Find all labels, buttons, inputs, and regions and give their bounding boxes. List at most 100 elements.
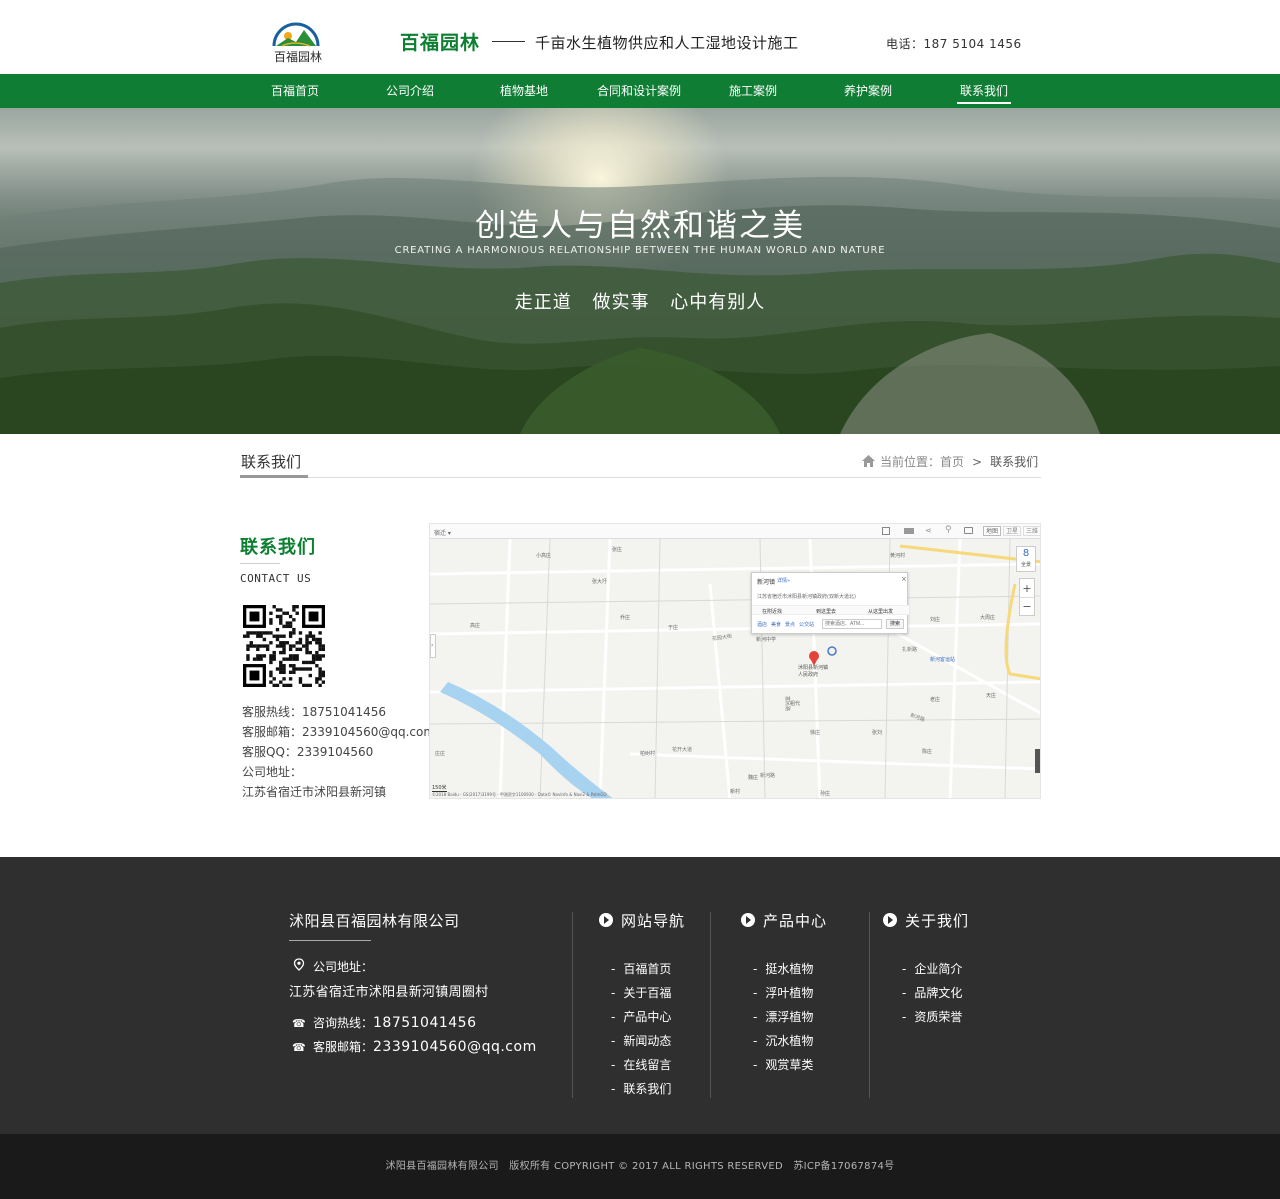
popup-action-nearby[interactable]: 在附近找 (762, 608, 782, 615)
brand-tagline: 千亩水生植物供应和人工湿地设计施工 (535, 34, 799, 52)
location-icon (293, 958, 305, 971)
map-road-label: 扎新路 (902, 647, 918, 653)
copyright-bar: 沭阳县百福园林有限公司 版权所有 COPYRIGHT © 2017 ALL RI… (0, 1134, 1280, 1199)
breadcrumb-current: 联系我们 (990, 455, 1039, 469)
map-place-label: 乔庄 (620, 615, 631, 621)
breadcrumb-home[interactable]: 首页 (940, 455, 964, 469)
footer-link-text[interactable]: 产品中心 (623, 1010, 671, 1024)
map-city-select[interactable]: 宿迁 ▾ (434, 528, 451, 537)
popup-detail-link[interactable]: 详情» (777, 577, 790, 584)
footer-hotline: 咨询热线：18751041456 (313, 1014, 477, 1031)
nav-item-about[interactable]: 公司介绍 (383, 74, 437, 108)
footer-link[interactable]: - 在线留言 (611, 1053, 671, 1077)
footer-hotline-number: 18751041456 (373, 1015, 477, 1031)
footer-col-about-list: - 企业简介 - 品牌文化 - 资质荣誉 (902, 957, 962, 1029)
footer-divider (710, 912, 711, 1098)
nav-item-home[interactable]: 百福首页 (268, 74, 322, 108)
map-road-label: 富民路 (784, 695, 791, 712)
popup-link-bus[interactable]: 公交站 (799, 621, 814, 628)
footer-link-text[interactable]: 百福首页 (623, 962, 671, 976)
footer-link-text[interactable]: 品牌文化 (914, 986, 962, 1000)
map-place-label: 张刘 (872, 730, 883, 736)
footer-link[interactable]: - 观赏草类 (753, 1053, 813, 1077)
nav-item-construction-cases[interactable]: 施工案例 (726, 74, 780, 108)
nav-item-maintenance-cases[interactable]: 养护案例 (841, 74, 895, 108)
popup-action-from-here[interactable]: 从这里出发 (868, 608, 893, 615)
footer-link[interactable]: - 产品中心 (611, 1005, 671, 1029)
map-place-label: 魏庄 (748, 775, 759, 781)
contact-title-rule (240, 563, 280, 564)
map-place-label: 刘庄 (930, 617, 941, 623)
footer-link[interactable]: - 企业简介 (902, 957, 962, 981)
map-place-label: 新村 (730, 789, 741, 795)
map-traffic-icon[interactable] (904, 528, 914, 534)
footer-link[interactable]: - 资质荣誉 (902, 1005, 962, 1029)
footer-link[interactable]: - 漂浮植物 (753, 1005, 813, 1029)
footer-link[interactable]: - 品牌文化 (902, 981, 962, 1005)
footer-link-text[interactable]: 在线留言 (623, 1058, 671, 1072)
footer-link[interactable]: - 沉水植物 (753, 1029, 813, 1053)
footer-link-text[interactable]: 联系我们 (623, 1082, 671, 1096)
home-icon (862, 455, 875, 467)
phone-icon: ☎ (292, 1017, 306, 1030)
footer-email: 客服邮箱：2339104560@qq.com (313, 1038, 537, 1055)
map-view-normal[interactable]: 地图 (983, 526, 1001, 536)
map-panorama-button[interactable]: 8 全景 (1016, 546, 1036, 572)
qr-code-image (243, 605, 325, 687)
map-place-label: 大周庄 (980, 615, 996, 621)
map-zoom-in-button[interactable]: + (1020, 579, 1034, 598)
footer-link[interactable]: - 新闻动态 (611, 1029, 671, 1053)
contact-address: 江苏省宿迁市沭阳县新河镇 (242, 785, 387, 799)
nav-item-design-cases[interactable]: 合同和设计案例 (595, 74, 683, 108)
nav-item-plant-base[interactable]: 植物基地 (497, 74, 551, 108)
popup-action-to-here[interactable]: 到这里去 (816, 608, 836, 615)
footer-link-text[interactable]: 观赏草类 (765, 1058, 813, 1072)
footer-link-text[interactable]: 浮叶植物 (765, 986, 813, 1000)
footer-link-text[interactable]: 关于百福 (623, 986, 671, 1000)
footer-link-text[interactable]: 新闻动态 (623, 1034, 671, 1048)
baidu-map[interactable]: 宿迁 ▾ 地图 卫星 三维 ⋖ ⚲ 新河镇 详情» × 江苏省宿迁市沭阳县新河镇… (429, 523, 1041, 799)
play-circle-icon (883, 913, 897, 927)
map-pin-icon[interactable]: ⚲ (945, 525, 952, 535)
footer-link[interactable]: - 关于百福 (611, 981, 671, 1005)
map-info-popup[interactable]: 新河镇 详情» × 江苏省宿迁市沭阳县新河镇政府(双新大道北) 在附近找 到这里… (751, 572, 909, 634)
map-place-label: 祖代 (790, 701, 801, 707)
contact-qq: 客服QQ：2339104560 (242, 745, 374, 759)
map-share-icon[interactable]: ⋖ (925, 526, 932, 535)
map-view-satellite[interactable]: 卫星 (1003, 526, 1021, 536)
nav-item-contact[interactable]: 联系我们 (957, 74, 1011, 108)
footer-link[interactable]: - 百福首页 (611, 957, 671, 981)
footer-link-text[interactable]: 挺水植物 (765, 962, 813, 976)
footer-link-text[interactable]: 企业简介 (914, 962, 962, 976)
footer-col-products-list: - 挺水植物 - 浮叶植物 - 漂浮植物 - 沉水植物 - 观赏草类 (753, 957, 813, 1077)
footer-col-about-title: 关于我们 (883, 910, 969, 931)
popup-search-button[interactable]: 搜索 (886, 619, 904, 629)
footer-link-text[interactable]: 沉水植物 (765, 1034, 813, 1048)
map-fullscreen-icon[interactable] (882, 527, 890, 535)
map-side-toggle[interactable]: › (430, 634, 436, 658)
popup-link-scenic[interactable]: 景点 (785, 621, 795, 628)
section-divider (240, 477, 1041, 478)
footer-link[interactable]: - 浮叶植物 (753, 981, 813, 1005)
popup-close-icon[interactable]: × (901, 575, 907, 583)
logo-text: 百福园林 (273, 50, 322, 64)
map-zoom-out-button[interactable]: − (1020, 598, 1034, 616)
footer-link[interactable]: - 联系我们 (611, 1077, 671, 1101)
footer-company-rule (289, 940, 371, 941)
footer-email-label: 客服邮箱： (313, 1040, 374, 1054)
footer-link-text[interactable]: 漂浮植物 (765, 1010, 813, 1024)
breadcrumb-separator: > (972, 455, 983, 469)
footer-link[interactable]: - 挺水植物 (753, 957, 813, 981)
footer-col-products-title-text: 产品中心 (763, 912, 828, 930)
contact-email: 客服邮箱：2339104560@qq.com (242, 725, 436, 739)
footer-link-text[interactable]: 资质荣誉 (914, 1010, 962, 1024)
header: 百福园林 百福园林 千亩水生植物供应和人工湿地设计施工 电话：187 5104 … (0, 0, 1280, 74)
popup-link-food[interactable]: 美食 (771, 621, 781, 628)
footer-divider (869, 912, 870, 1098)
banner-mountains-image (0, 176, 1280, 434)
map-scroll-tab[interactable] (1035, 749, 1040, 773)
map-camera-icon[interactable] (964, 527, 973, 534)
map-view-3d[interactable]: 三维 (1023, 526, 1040, 536)
popup-link-hotel[interactable]: 酒店 (757, 621, 767, 628)
popup-search-input[interactable] (822, 619, 882, 629)
